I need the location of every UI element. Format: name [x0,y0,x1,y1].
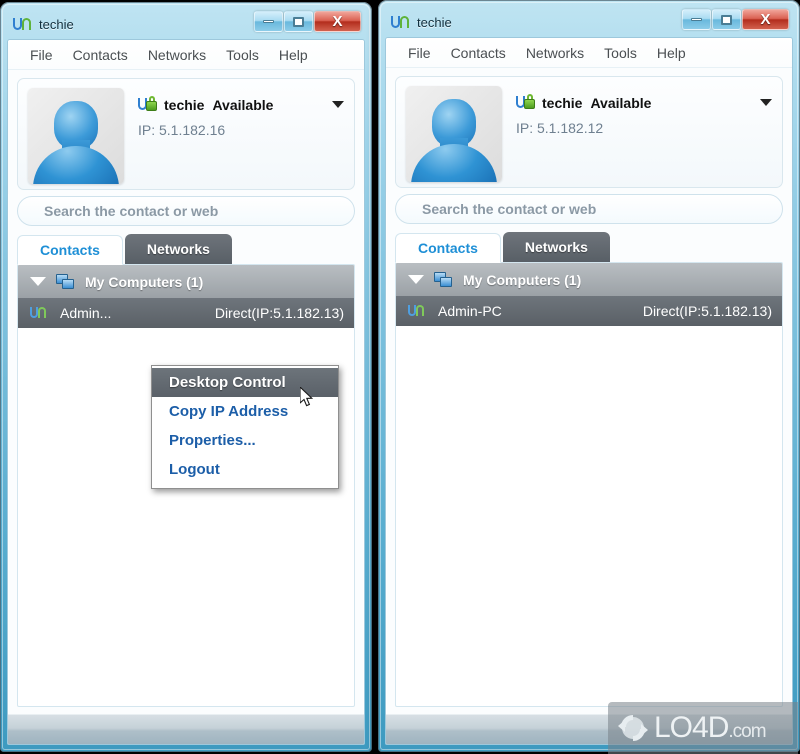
computers-icon [56,273,75,290]
maximize-icon [293,16,304,27]
uu-app-logo-icon [391,14,410,30]
menu-help[interactable]: Help [647,43,696,63]
profile-status: Available [212,96,274,113]
tab-networks[interactable]: Networks [124,234,232,264]
context-menu-item-properties[interactable]: Properties... [152,426,338,455]
search-input[interactable]: Search the contact or web [395,194,783,224]
menu-contacts[interactable]: Contacts [441,43,516,63]
menubar-right[interactable]: File Contacts Networks Tools Help [386,38,792,68]
menu-tools[interactable]: Tools [594,43,647,63]
profile-ip: IP: 5.1.182.16 [138,122,226,138]
identity-line: techie Available [138,96,344,113]
computers-icon [434,271,453,288]
secure-lock-icon [516,94,536,111]
menu-tools[interactable]: Tools [216,45,269,65]
tabbar-left[interactable]: Contacts Networks [8,232,364,265]
menu-file[interactable]: File [20,45,63,65]
profile-status: Available [590,94,652,111]
group-label: My Computers (1) [463,271,582,288]
secure-lock-icon [138,96,158,113]
user-avatar[interactable] [28,88,124,184]
context-menu-item-copy-ip-address[interactable]: Copy IP Address [152,397,338,426]
user-avatar[interactable] [406,86,502,182]
menu-networks[interactable]: Networks [138,45,216,65]
uu-app-logo-icon [13,16,32,32]
minimize-button[interactable] [254,11,283,32]
menu-help[interactable]: Help [269,45,318,65]
window-title: techie [417,14,452,30]
list-item[interactable]: Admin-PC Direct(IP:5.1.182.13) [396,296,782,326]
contact-list[interactable]: My Computers (1) Admin-PC Direct(IP:5.1.… [395,262,783,707]
statusbar-right [386,714,792,744]
context-menu[interactable]: Desktop Control Copy IP Address Properti… [151,365,339,489]
close-icon: X [332,13,343,30]
window-left[interactable]: techie X File Contacts Networks Tools He… [0,2,372,752]
window-right[interactable]: techie X File Contacts Networks Tools He… [378,0,800,752]
statusbar-left [8,714,364,744]
close-icon: X [760,11,771,28]
context-menu-item-desktop-control[interactable]: Desktop Control [152,368,338,397]
menu-networks[interactable]: Networks [516,43,594,63]
profile-card[interactable]: techie Available IP: 5.1.182.12 [395,76,783,188]
uu-contact-icon [30,306,48,320]
profile-username: techie [164,96,205,113]
window-controls[interactable]: X [681,9,789,31]
tab-networks[interactable]: Networks [502,232,610,262]
titlebar-right[interactable]: techie X [385,7,793,37]
group-header-my-computers[interactable]: My Computers (1) [18,265,354,298]
window-controls[interactable]: X [253,11,361,33]
maximize-icon [721,14,732,25]
maximize-button[interactable] [712,9,741,30]
menubar-left[interactable]: File Contacts Networks Tools Help [8,40,364,70]
triangle-down-icon[interactable] [408,275,424,284]
group-header-my-computers[interactable]: My Computers (1) [396,263,782,296]
tab-contacts[interactable]: Contacts [395,233,501,263]
search-area-right: Search the contact or web [386,192,792,230]
contact-connection: Direct(IP:5.1.182.13) [214,305,344,321]
triangle-down-icon[interactable] [30,277,46,286]
profile-info: techie Available IP: 5.1.182.12 [502,86,772,136]
search-area-left: Search the contact or web [8,194,364,232]
close-button[interactable]: X [314,11,361,32]
contact-name: Admin... [60,305,112,321]
context-menu-item-logout[interactable]: Logout [152,455,338,484]
client-area-right: File Contacts Networks Tools Help techie… [385,37,793,745]
titlebar-left[interactable]: techie X [7,9,365,39]
minimize-icon [263,20,274,23]
window-title: techie [39,16,74,32]
list-item[interactable]: Admin... Direct(IP:5.1.182.13) [18,298,354,328]
profile-card[interactable]: techie Available IP: 5.1.182.16 [17,78,355,190]
identity-line: techie Available [516,94,772,111]
contact-connection: Direct(IP:5.1.182.13) [642,303,772,319]
search-input[interactable]: Search the contact or web [17,196,355,226]
list-area-left: My Computers (1) Admin... Direct(IP:5.1.… [8,264,364,714]
uu-contact-icon [408,304,426,318]
chevron-down-icon[interactable] [760,99,772,106]
profile-panel-left: techie Available IP: 5.1.182.16 [8,70,364,194]
minimize-icon [691,18,702,21]
maximize-button[interactable] [284,11,313,32]
profile-info: techie Available IP: 5.1.182.16 [124,88,344,138]
minimize-button[interactable] [682,9,711,30]
menu-contacts[interactable]: Contacts [63,45,138,65]
tabbar-right[interactable]: Contacts Networks [386,230,792,263]
tab-contacts[interactable]: Contacts [17,235,123,265]
contact-name: Admin-PC [438,303,502,319]
profile-panel-right: techie Available IP: 5.1.182.12 [386,68,792,192]
group-label: My Computers (1) [85,273,204,290]
list-area-right: My Computers (1) Admin-PC Direct(IP:5.1.… [386,262,792,714]
profile-username: techie [542,94,583,111]
close-button[interactable]: X [742,9,789,30]
menu-file[interactable]: File [398,43,441,63]
profile-ip: IP: 5.1.182.12 [516,120,604,136]
chevron-down-icon[interactable] [332,101,344,108]
